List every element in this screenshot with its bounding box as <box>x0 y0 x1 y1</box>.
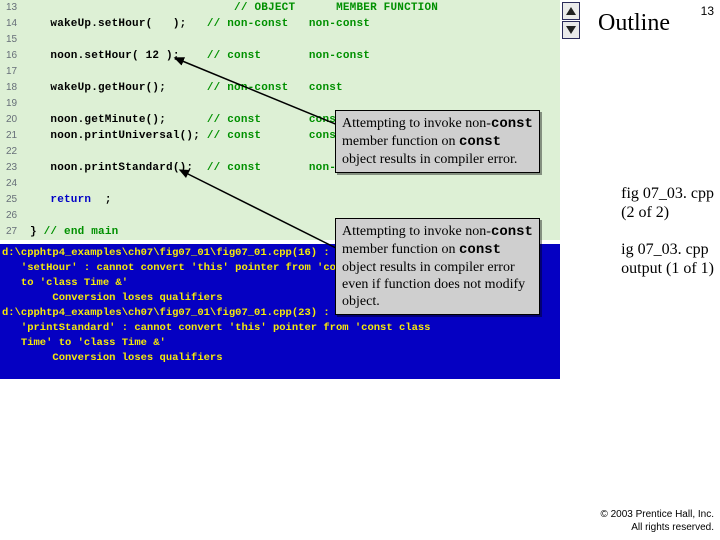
line-number: 18 <box>0 80 30 96</box>
scroll-up-button[interactable] <box>562 2 580 20</box>
line-number: 22 <box>0 144 30 160</box>
code-line: 18 wakeUp.getHour(); // non-const const <box>0 80 560 96</box>
line-number: 24 <box>0 176 30 192</box>
code-line: 17 <box>0 64 560 80</box>
page-number: 13 <box>701 4 714 18</box>
chevron-up-icon <box>566 7 576 15</box>
code-content: return ; <box>30 192 112 208</box>
line-number: 19 <box>0 96 30 112</box>
code-line: 25 return ; <box>0 192 560 208</box>
scroll-buttons <box>562 2 580 39</box>
figure-reference-code: fig 07_03. cpp (2 of 2) <box>621 184 714 222</box>
line-number: 26 <box>0 208 30 224</box>
callout-nonconst-1: Attempting to invoke non-const member fu… <box>335 110 540 173</box>
line-number: 13 <box>0 0 30 16</box>
code-line: 24 <box>0 176 560 192</box>
callout-text: Attempting to invoke non- <box>342 224 491 239</box>
callout-text: Attempting to invoke non- <box>342 116 491 131</box>
line-number: 15 <box>0 32 30 48</box>
code-content: noon.getMinute(); // const const <box>30 112 343 128</box>
code-line: 16 noon.setHour( 12 ); // const non-cons… <box>0 48 560 64</box>
code-line: 14 wakeUp.setHour( ); // non-const non-c… <box>0 16 560 32</box>
scroll-down-button[interactable] <box>562 21 580 39</box>
code-content: noon.setHour( 12 ); // const non-const <box>30 48 370 64</box>
code-content: noon.printStandard(); // const non-const <box>30 160 370 176</box>
line-number: 21 <box>0 128 30 144</box>
code-content: wakeUp.setHour( ); // non-const non-cons… <box>30 16 370 32</box>
code-content: noon.printUniversal(); // const const <box>30 128 343 144</box>
line-number: 14 <box>0 16 30 32</box>
line-number: 27 <box>0 224 30 240</box>
line-number: 16 <box>0 48 30 64</box>
line-number: 20 <box>0 112 30 128</box>
code-content: wakeUp.getHour(); // non-const const <box>30 80 343 96</box>
outline-title: Outline <box>598 10 670 37</box>
line-number: 17 <box>0 64 30 80</box>
copyright-footer: © 2003 Prentice Hall, Inc. All rights re… <box>600 508 714 534</box>
slide: 13 // OBJECT MEMBER FUNCTION14 wakeUp.se… <box>0 0 720 540</box>
code-content: // OBJECT MEMBER FUNCTION <box>30 0 438 16</box>
chevron-down-icon <box>566 26 576 34</box>
code-content: } // end main <box>30 224 118 240</box>
code-line: 13 // OBJECT MEMBER FUNCTION <box>0 0 560 16</box>
callout-nonconst-2: Attempting to invoke non-const member fu… <box>335 218 540 315</box>
line-number: 23 <box>0 160 30 176</box>
sidebar: Outline 13 fig 07_03. cpp (2 of 2) ig 07… <box>560 0 720 540</box>
figure-reference-output: ig 07_03. cpp output (1 of 1) <box>621 240 714 278</box>
code-line: 15 <box>0 32 560 48</box>
line-number: 25 <box>0 192 30 208</box>
